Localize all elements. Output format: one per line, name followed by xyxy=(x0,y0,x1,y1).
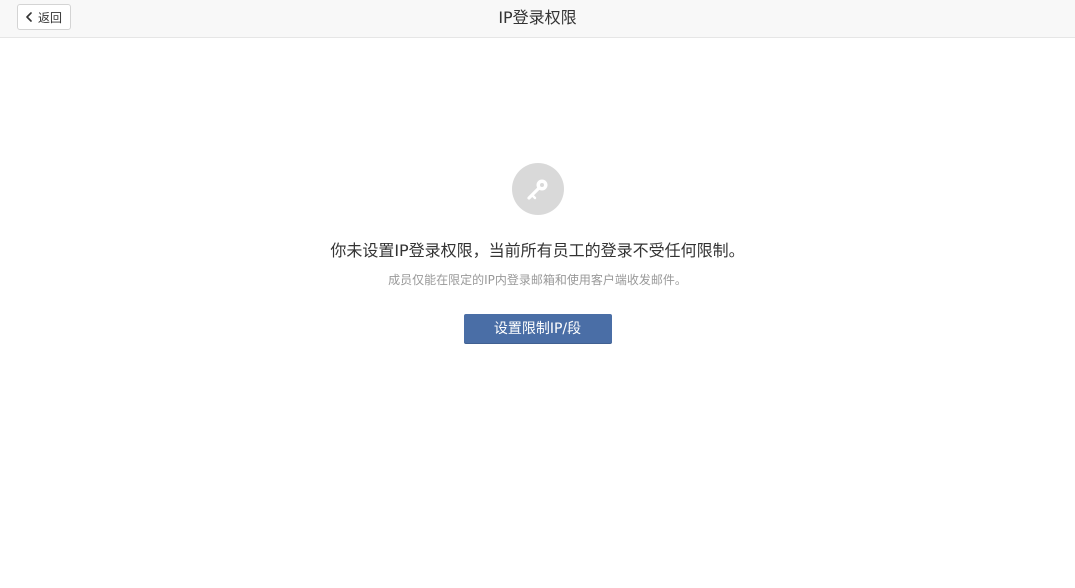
set-ip-restriction-button[interactable]: 设置限制IP/段 xyxy=(463,314,612,344)
key-icon xyxy=(511,163,564,215)
top-bar: 返回 IP登录权限 xyxy=(0,0,1075,38)
page-title: IP登录权限 xyxy=(498,8,577,27)
empty-state-message: 你未设置IP登录权限，当前所有员工的登录不受任何限制。 xyxy=(330,241,745,260)
empty-state-description: 成员仅能在限定的IP内登录邮箱和使用客户端收发邮件。 xyxy=(388,273,687,287)
empty-state: 你未设置IP登录权限，当前所有员工的登录不受任何限制。 成员仅能在限定的IP内登… xyxy=(0,163,1075,344)
